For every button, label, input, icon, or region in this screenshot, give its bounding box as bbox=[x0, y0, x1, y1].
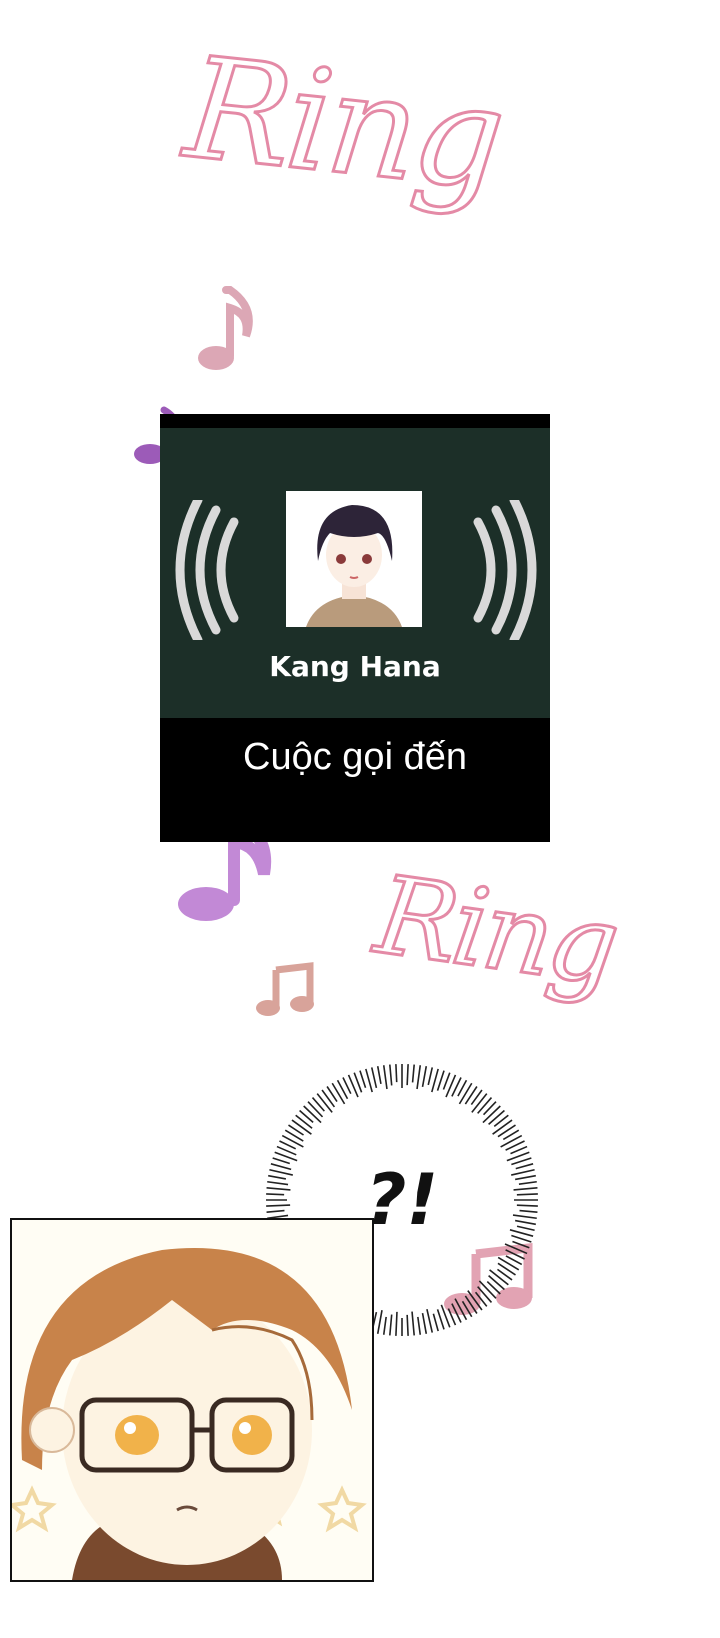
character-illustration bbox=[12, 1220, 372, 1580]
call-screen-top: Kang Hana bbox=[160, 428, 550, 718]
sfx-ring-top: Ring bbox=[177, 26, 509, 224]
beamed-notes-icon bbox=[256, 962, 314, 1016]
signal-waves-right-icon bbox=[473, 500, 537, 640]
signal-waves-left-icon bbox=[175, 500, 239, 640]
character-panel bbox=[10, 1218, 374, 1582]
caller-avatar bbox=[286, 491, 422, 627]
sfx-ring-bottom: Ring bbox=[367, 852, 624, 1012]
music-note-icon bbox=[198, 286, 253, 370]
incoming-call-screen: Kang Hana Cuộc gọi đến bbox=[160, 414, 550, 842]
call-status: Cuộc gọi đến bbox=[243, 736, 467, 778]
caller-name: Kang Hana bbox=[269, 650, 441, 683]
